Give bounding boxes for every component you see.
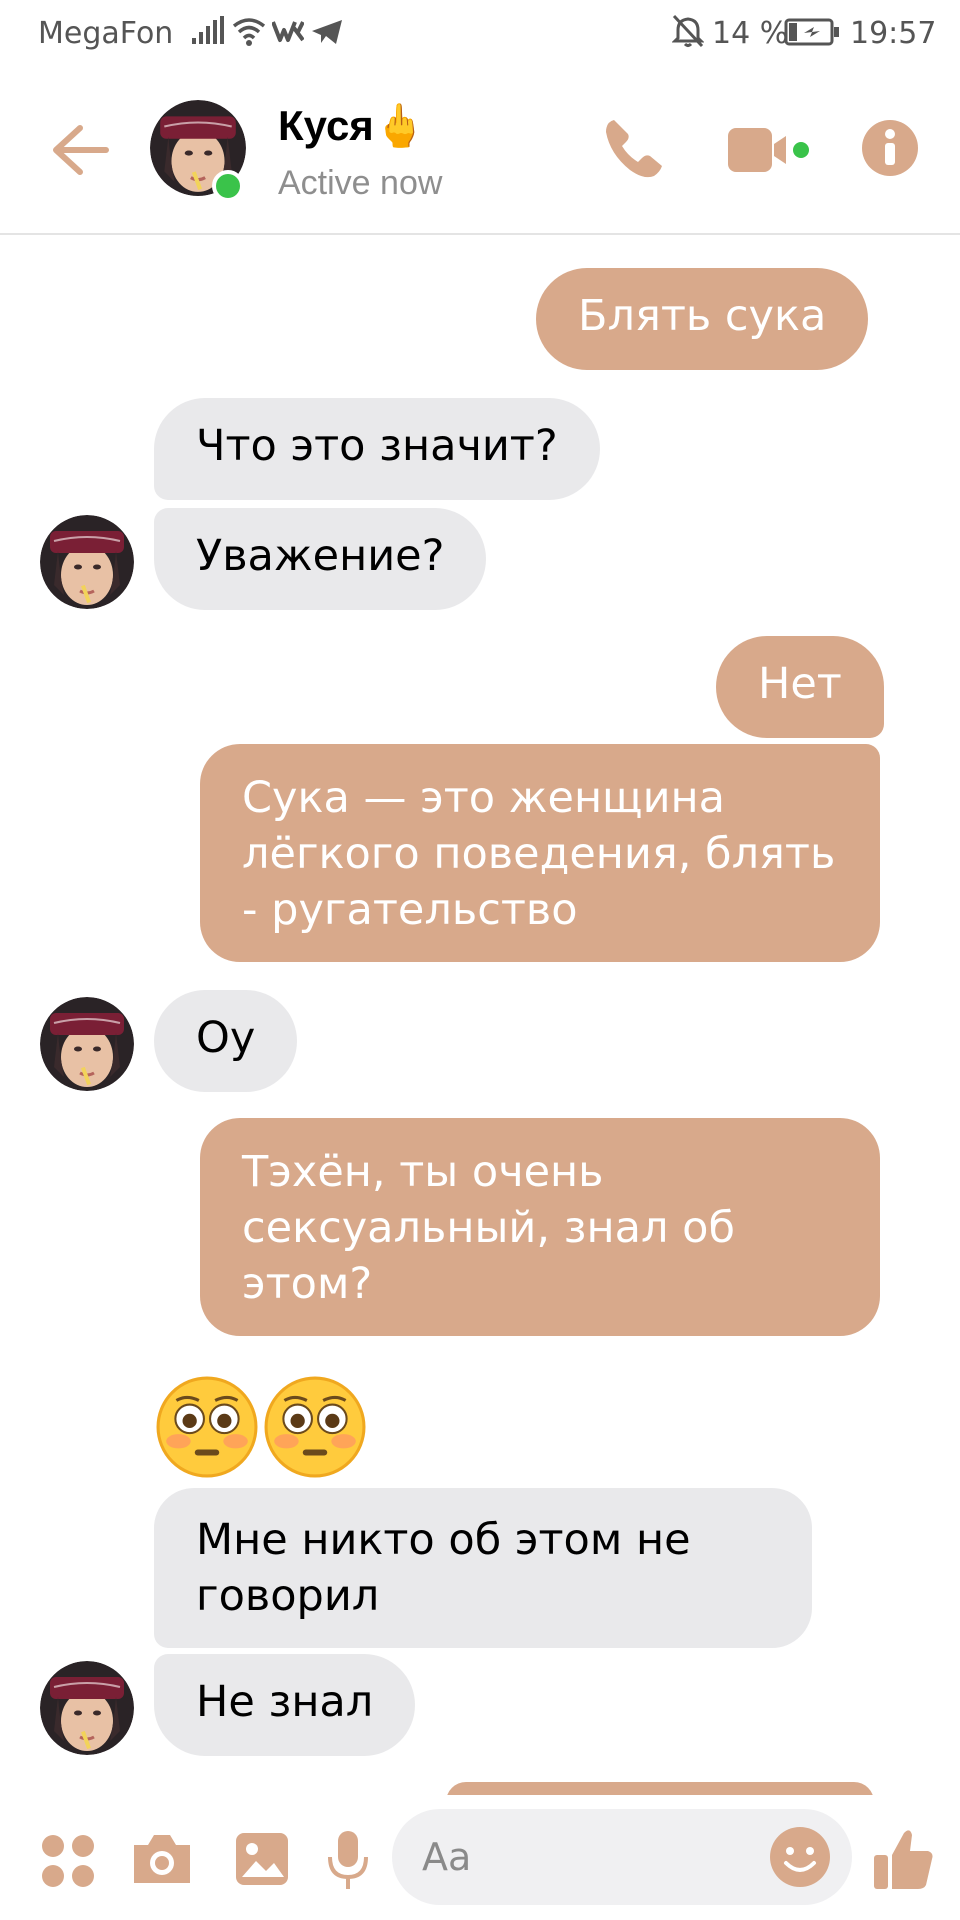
carrier-label: MegaFon (38, 16, 174, 51)
message-composer (0, 1795, 960, 1920)
flushed-face-emoji (156, 1376, 258, 1478)
contact-avatar-small[interactable] (40, 997, 134, 1091)
flushed-face-emoji (264, 1376, 366, 1478)
vk-icon (272, 21, 304, 42)
contact-name[interactable]: Куся🖕 (278, 102, 426, 151)
info-icon[interactable] (860, 118, 920, 178)
wifi-icon (232, 18, 266, 46)
contact-status: Active now (278, 164, 443, 202)
message-outgoing[interactable]: Тэхён, ты очень сексуальный, знал об это… (200, 1118, 880, 1336)
microphone-icon[interactable] (326, 1829, 370, 1893)
message-input-wrapper (392, 1809, 852, 1905)
message-incoming[interactable]: Что это значит? (154, 398, 600, 500)
video-camera-icon[interactable] (726, 122, 810, 178)
back-arrow-icon[interactable] (50, 122, 110, 178)
gallery-icon[interactable] (232, 1829, 292, 1889)
emoji-icon[interactable] (768, 1825, 832, 1889)
message-incoming[interactable]: Уважение? (154, 508, 487, 610)
phone-icon[interactable] (600, 114, 670, 184)
message-outgoing[interactable]: Блять сука (536, 268, 869, 370)
contact-avatar-small[interactable] (40, 1661, 134, 1755)
status-bar: MegaFon 14 % 19:57 (0, 0, 960, 68)
telegram-icon (312, 20, 342, 44)
thumbs-up-icon[interactable] (872, 1825, 936, 1893)
message-outgoing[interactable]: Нет (716, 636, 884, 738)
mute-bell-icon (672, 14, 704, 48)
message-outgoing[interactable]: Сука — это женщина лёгкого поведения, бл… (200, 744, 880, 962)
message-incoming[interactable]: Оу (154, 990, 298, 1092)
battery-percent: 14 % (712, 16, 789, 51)
emoji-message[interactable] (156, 1376, 370, 1478)
signal-icon (192, 16, 224, 44)
battery-icon (784, 18, 839, 46)
message-incoming[interactable]: Не знал (154, 1654, 416, 1756)
camera-icon[interactable] (130, 1831, 194, 1887)
message-input[interactable] (422, 1809, 752, 1905)
message-incoming[interactable]: Мне никто об этом не говорил (154, 1488, 812, 1648)
clock: 19:57 (850, 16, 937, 51)
online-indicator (212, 170, 244, 202)
conversation-header: Куся🖕 Active now (0, 70, 960, 235)
contact-avatar-small[interactable] (40, 515, 134, 609)
apps-icon[interactable] (40, 1833, 96, 1889)
